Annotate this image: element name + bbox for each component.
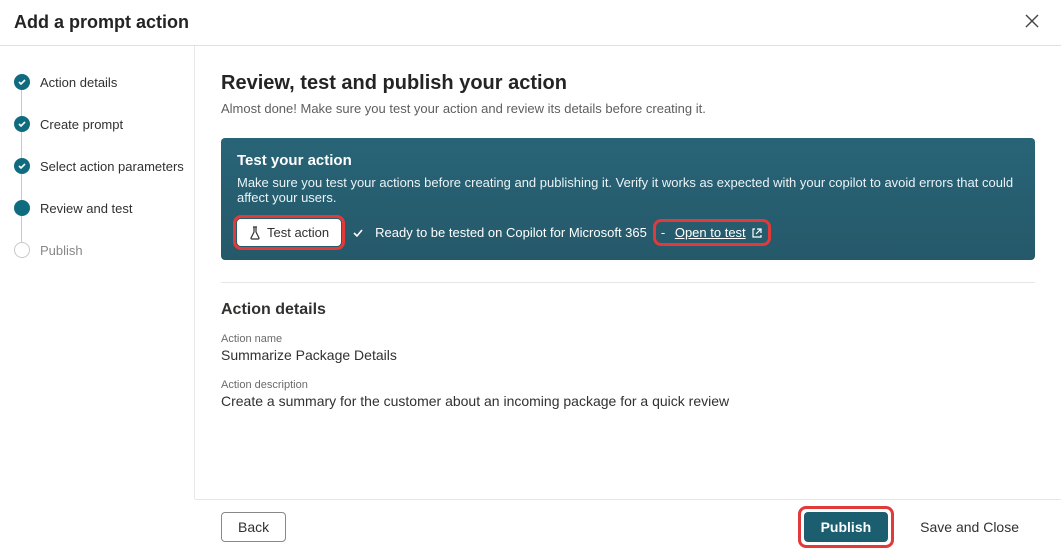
details-heading: Action details <box>221 301 1035 319</box>
test-box-title: Test your action <box>237 152 1019 169</box>
action-name-label: Action name <box>221 333 1035 345</box>
back-button[interactable]: Back <box>221 512 286 542</box>
page-subtitle: Almost done! Make sure you test your act… <box>221 101 1035 116</box>
highlight-open-to-test: - Open to test <box>657 223 767 242</box>
step-label: Publish <box>40 243 83 258</box>
step-label: Create prompt <box>40 117 123 132</box>
highlight-publish: Publish <box>802 510 891 544</box>
step-create-prompt[interactable]: Create prompt <box>14 116 184 158</box>
action-desc-value: Create a summary for the customer about … <box>221 393 1035 409</box>
test-action-box: Test your action Make sure you test your… <box>221 138 1035 260</box>
dialog-header: Add a prompt action <box>0 0 1061 46</box>
action-desc-label: Action description <box>221 379 1035 391</box>
publish-button[interactable]: Publish <box>804 512 889 542</box>
test-action-button[interactable]: Test action <box>237 219 341 246</box>
flask-icon <box>249 226 261 240</box>
close-icon <box>1025 14 1039 28</box>
action-name-value: Summarize Package Details <box>221 347 1035 363</box>
step-review-test[interactable]: Review and test <box>14 200 184 242</box>
test-action-label: Test action <box>267 225 329 240</box>
action-details-section: Action details Action name Summarize Pac… <box>221 301 1035 425</box>
check-icon <box>14 158 30 174</box>
step-label: Select action parameters <box>40 159 184 174</box>
separator: - <box>661 225 665 240</box>
step-label: Action details <box>40 75 117 90</box>
step-action-details[interactable]: Action details <box>14 74 184 116</box>
close-button[interactable] <box>1021 10 1043 35</box>
test-status-text: Ready to be tested on Copilot for Micros… <box>375 225 647 240</box>
highlight-test-action: Test action <box>237 219 341 246</box>
open-to-test-label: Open to test <box>675 225 746 240</box>
dialog-body: Action details Create prompt Select acti… <box>0 46 1061 499</box>
dialog-title: Add a prompt action <box>14 12 189 33</box>
open-to-test-link[interactable]: Open to test <box>675 225 763 240</box>
divider <box>221 282 1035 283</box>
check-icon <box>14 116 30 132</box>
test-box-desc: Make sure you test your actions before c… <box>237 175 1019 205</box>
step-publish[interactable]: Publish <box>14 242 184 258</box>
main-panel: Review, test and publish your action Alm… <box>195 46 1061 499</box>
page-heading: Review, test and publish your action <box>221 72 1035 95</box>
step-select-parameters[interactable]: Select action parameters <box>14 158 184 200</box>
future-step-icon <box>14 242 30 258</box>
check-icon <box>351 226 365 240</box>
footer-right-group: Publish Save and Close <box>802 510 1035 544</box>
current-step-icon <box>14 200 30 216</box>
check-icon <box>14 74 30 90</box>
dialog-footer: Back Publish Save and Close <box>195 499 1061 556</box>
test-box-actions: Test action Ready to be tested on Copilo… <box>237 219 1019 246</box>
external-link-icon <box>751 227 763 239</box>
save-close-button[interactable]: Save and Close <box>904 513 1035 541</box>
wizard-stepper: Action details Create prompt Select acti… <box>0 46 195 499</box>
step-label: Review and test <box>40 201 133 216</box>
